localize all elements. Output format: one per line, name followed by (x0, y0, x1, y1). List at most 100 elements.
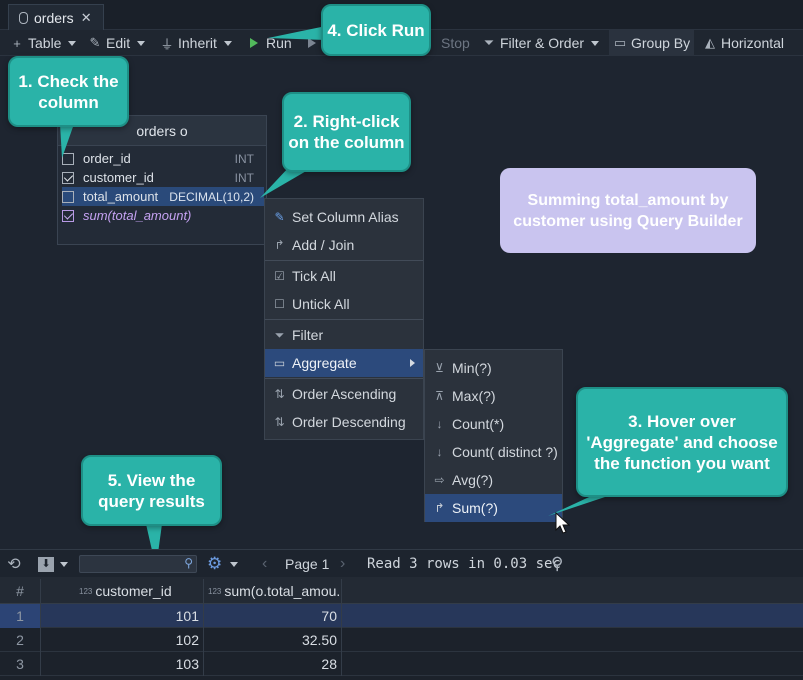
magnifier-icon: ⚲ (551, 554, 564, 573)
menu-item-aggregate[interactable]: ▭ Aggregate (265, 349, 423, 377)
column-checkbox[interactable] (62, 209, 74, 222)
edit-button[interactable]: ✎ Edit (88, 30, 146, 56)
count-distinct-icon: ↓ (436, 445, 443, 459)
menu-item-label: Avg(?) (452, 472, 493, 488)
plus-icon: + (13, 35, 21, 51)
stop-button[interactable]: Stop (441, 30, 470, 56)
column-order-id[interactable]: order_id INT (62, 149, 264, 168)
table-label: Table (28, 35, 62, 51)
horizontal-label: Horizontal (721, 35, 785, 51)
stop-label: Stop (441, 35, 470, 51)
query-status: Read 3 rows in 0.03 sec (367, 556, 561, 572)
chevron-down-icon (591, 40, 600, 46)
column-name: order_id (83, 151, 131, 166)
cell-customer-id[interactable]: 101 (41, 604, 204, 628)
page-indicator: Page 1 (285, 556, 330, 572)
menu-item-tick-all[interactable]: ☑ Tick All (265, 262, 423, 290)
cell-sum[interactable]: 28 (204, 652, 342, 676)
menu-item-sum[interactable]: ↱ Sum(?) (425, 494, 562, 522)
menu-item-add-join[interactable]: ↱ Add / Join (265, 231, 423, 259)
run-step-icon (308, 38, 316, 48)
download-icon: ⬇ (38, 556, 54, 572)
menu-item-order-descending[interactable]: ⇅ Order Descending (265, 408, 423, 436)
column-checkbox[interactable] (62, 152, 74, 165)
table-row[interactable]: 3 103 28 (0, 652, 803, 676)
header-row-number: # (0, 579, 41, 603)
table-row[interactable]: 1 101 70 (0, 604, 803, 628)
column-name: total_amount (83, 189, 159, 204)
column-name: sum(total_amount) (83, 208, 192, 223)
column-sum-total-amount[interactable]: sum(total_amount) (62, 206, 264, 225)
header-customer-id[interactable]: 123 customer_id (41, 579, 204, 603)
results-search-input[interactable]: ⚲ (79, 555, 197, 573)
callout-step2: 2. Right-click on the column (282, 92, 411, 172)
close-icon[interactable]: ✕ (81, 10, 92, 26)
menu-item-set-column-alias[interactable]: ✎ Set Column Alias (265, 203, 423, 231)
column-customer-id[interactable]: customer_id INT (62, 168, 264, 187)
settings-button[interactable]: ⚙ (207, 550, 239, 578)
header-label: sum(o.total_amou... (224, 583, 342, 599)
column-total-amount[interactable]: total_amount DECIMAL(10,2) (62, 187, 264, 206)
inherit-button[interactable]: ⏚ Inherit (160, 30, 232, 56)
menu-item-label: Untick All (292, 296, 350, 312)
checkbox-checked-icon: ☑ (274, 269, 285, 283)
run-step-button[interactable] (308, 30, 316, 56)
menu-item-min[interactable]: ⊻ Min(?) (425, 354, 562, 382)
menu-item-label: Count( distinct ?) (452, 444, 558, 460)
layout-icon: ◭ (705, 35, 715, 50)
menu-item-label: Max(?) (452, 388, 496, 404)
group-icon: ▭ (613, 35, 627, 50)
column-name: customer_id (83, 170, 154, 185)
zoom-search-button[interactable]: ⚲ (551, 550, 563, 578)
numeric-type-icon: 123 (208, 586, 222, 596)
run-button[interactable]: Run (250, 30, 292, 56)
filter-order-button[interactable]: ⏷ Filter & Order (482, 30, 600, 56)
numeric-type-icon: 123 (79, 586, 93, 596)
column-checkbox[interactable] (62, 190, 74, 203)
cell-sum[interactable]: 70 (204, 604, 342, 628)
table-box-orders[interactable]: orders o order_id INT customer_id INT to… (57, 115, 267, 245)
group-by-button[interactable]: ▭ Group By (609, 30, 695, 56)
menu-item-label: Count(*) (452, 416, 505, 432)
tab-orders[interactable]: orders ✕ (8, 4, 104, 30)
table-button[interactable]: + Table (10, 30, 77, 56)
menu-divider (265, 260, 423, 261)
results-grid: # 123 customer_id 123 sum(o.total_amou..… (0, 577, 803, 680)
cell-customer-id[interactable]: 102 (41, 628, 204, 652)
column-type: INT (234, 170, 254, 185)
callout-step1: 1. Check the column (8, 56, 129, 127)
header-label: customer_id (95, 583, 172, 599)
callout-step4: 4. Click Run (321, 4, 431, 56)
cell-sum[interactable]: 32.50 (204, 628, 342, 652)
filter-order-label: Filter & Order (500, 35, 585, 51)
menu-item-filter[interactable]: ⏷ Filter (265, 321, 423, 349)
horizontal-button[interactable]: ◭ Horizontal (703, 30, 784, 56)
refresh-button[interactable]: ⟲ (7, 550, 21, 578)
chevron-down-icon (230, 561, 239, 567)
cell-customer-id[interactable]: 103 (41, 652, 204, 676)
header-sum-total-amount[interactable]: 123 sum(o.total_amou... (204, 579, 342, 603)
menu-item-count[interactable]: ↓ Count(*) (425, 410, 562, 438)
chevron-down-icon (223, 40, 232, 46)
menu-item-label: Order Descending (292, 414, 406, 430)
menu-item-count-distinct[interactable]: ↓ Count( distinct ?) (425, 438, 562, 466)
next-page-button[interactable]: › (340, 550, 345, 578)
menu-item-order-ascending[interactable]: ⇅ Order Ascending (265, 380, 423, 408)
table-row[interactable]: 2 102 32.50 (0, 628, 803, 652)
min-icon: ⊻ (435, 361, 444, 375)
column-checkbox[interactable] (62, 171, 74, 184)
edit-label: Edit (106, 35, 131, 51)
menu-item-avg[interactable]: ⇨ Avg(?) (425, 466, 562, 494)
menu-item-untick-all[interactable]: ☐ Untick All (265, 290, 423, 318)
sort-descending-icon: ⇅ (274, 415, 285, 429)
run-label: Run (266, 35, 292, 51)
menu-divider (265, 378, 423, 379)
prev-page-button[interactable]: ‹ (262, 550, 267, 578)
export-button[interactable]: ⬇ (38, 550, 68, 578)
menu-item-max[interactable]: ⊼ Max(?) (425, 382, 562, 410)
gear-icon: ⚙ (207, 554, 223, 573)
sum-icon: ↱ (434, 501, 445, 515)
aggregate-submenu: ⊻ Min(?) ⊼ Max(?) ↓ Count(*) ↓ Count( di… (424, 349, 563, 522)
chevron-down-icon (60, 561, 68, 567)
row-number: 1 (0, 604, 41, 628)
